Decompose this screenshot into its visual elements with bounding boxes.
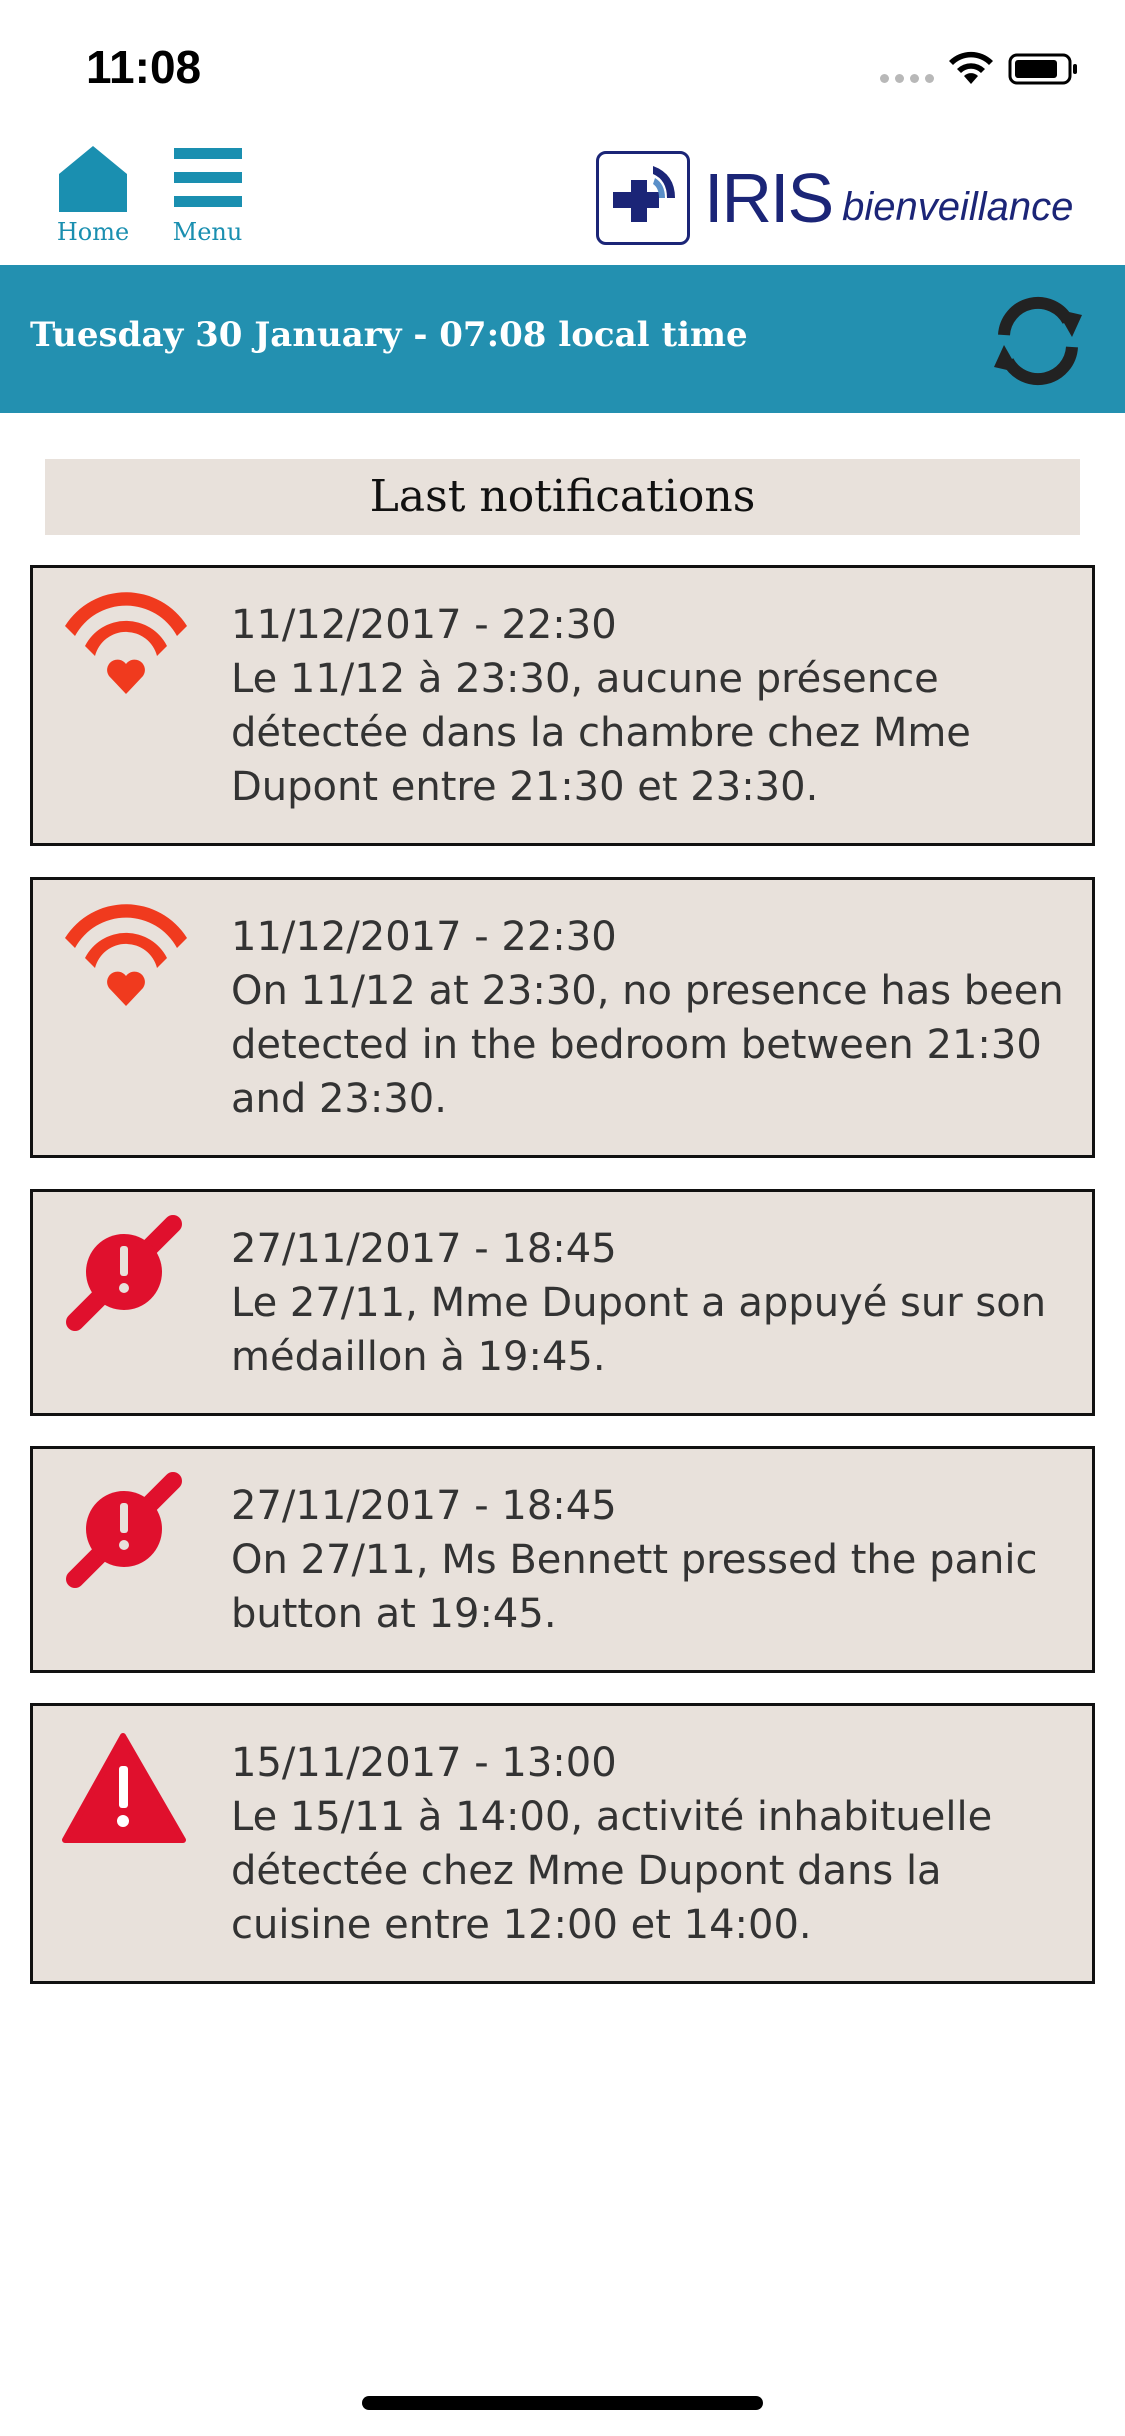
notification-date: 11/12/2017 - 22:30 bbox=[231, 602, 617, 648]
home-label: Home bbox=[56, 218, 130, 246]
notification-message: Le 15/11 à 14:00, activité inhabituelle … bbox=[231, 1794, 993, 1948]
current-date-time: Tuesday 30 January - 07:08 local time bbox=[30, 315, 748, 355]
panic-button-icon bbox=[66, 1215, 182, 1331]
notification-card[interactable]: 27/11/2017 - 18:45 On 27/11, Ms Bennett … bbox=[30, 1446, 1095, 1673]
presence-wifi-heart-icon bbox=[65, 592, 187, 694]
notification-date: 27/11/2017 - 18:45 bbox=[231, 1483, 617, 1529]
notification-card[interactable]: 11/12/2017 - 22:30 On 11/12 at 23:30, no… bbox=[30, 877, 1095, 1158]
date-banner: Tuesday 30 January - 07:08 local time bbox=[0, 265, 1125, 413]
notification-card[interactable]: 11/12/2017 - 22:30 Le 11/12 à 23:30, auc… bbox=[30, 565, 1095, 846]
cellular-signal-icon bbox=[880, 74, 934, 83]
notification-message: On 11/12 at 23:30, no presence has been … bbox=[231, 968, 1064, 1122]
notification-message: Le 11/12 à 23:30, aucune présence détect… bbox=[231, 656, 971, 810]
notification-date: 11/12/2017 - 22:30 bbox=[231, 914, 617, 960]
home-icon bbox=[59, 146, 127, 212]
home-indicator[interactable] bbox=[362, 2396, 763, 2410]
top-navigation: Home Menu IRIS bienveillance bbox=[0, 130, 1125, 265]
notification-message: On 27/11, Ms Bennett pressed the panic b… bbox=[231, 1537, 1038, 1637]
home-button[interactable]: Home bbox=[48, 142, 138, 246]
notification-card[interactable]: 27/11/2017 - 18:45 Le 27/11, Mme Dupont … bbox=[30, 1189, 1095, 1416]
status-time: 11:08 bbox=[86, 41, 202, 93]
notification-date: 27/11/2017 - 18:45 bbox=[231, 1226, 617, 1272]
brand-name: IRIS bbox=[704, 159, 834, 237]
phone-cross-logo-icon bbox=[596, 151, 690, 245]
panic-button-icon bbox=[66, 1472, 182, 1588]
refresh-button[interactable] bbox=[986, 289, 1090, 393]
status-bar: 11:08 bbox=[0, 0, 1125, 130]
section-title: Last notifications bbox=[45, 459, 1080, 535]
menu-label: Menu bbox=[172, 218, 243, 246]
notification-message: Le 27/11, Mme Dupont a appuyé sur son mé… bbox=[231, 1280, 1047, 1380]
brand-tagline: bienveillance bbox=[842, 184, 1074, 229]
notification-date: 15/11/2017 - 13:00 bbox=[231, 1740, 617, 1786]
notification-card[interactable]: 15/11/2017 - 13:00 Le 15/11 à 14:00, act… bbox=[30, 1703, 1095, 1984]
battery-icon bbox=[1008, 53, 1077, 85]
wifi-icon bbox=[949, 51, 993, 84]
hamburger-menu-icon bbox=[173, 148, 242, 207]
brand-logo: IRIS bienveillance bbox=[596, 148, 1073, 248]
menu-button[interactable]: Menu bbox=[160, 142, 255, 246]
presence-wifi-heart-icon bbox=[65, 904, 187, 1006]
warning-triangle-icon bbox=[62, 1733, 186, 1843]
